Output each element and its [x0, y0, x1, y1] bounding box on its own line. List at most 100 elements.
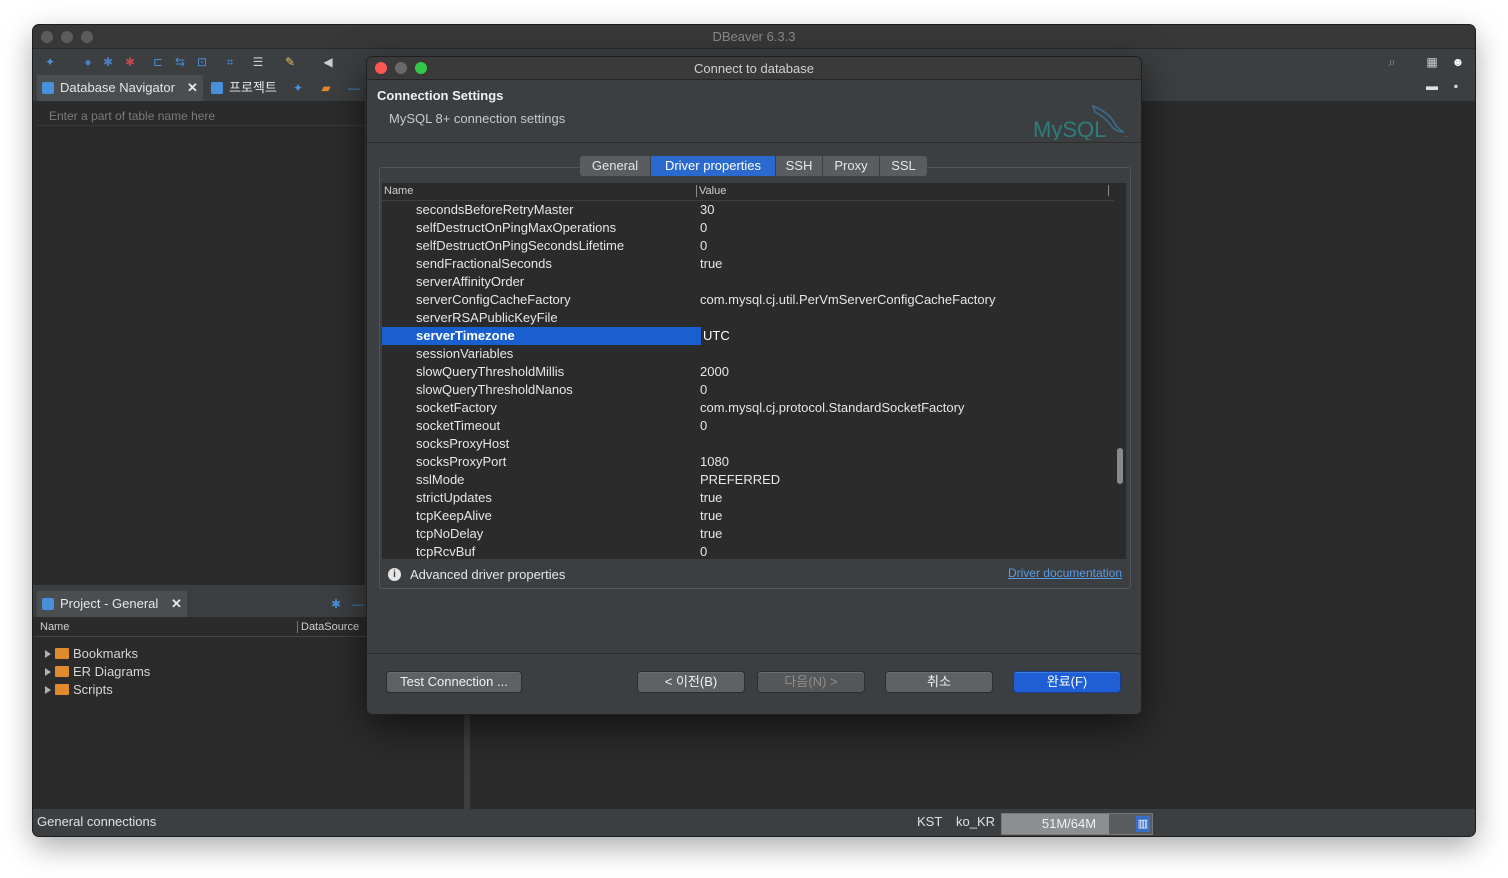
tree-item-er-diagrams[interactable]: ER Diagrams [45, 663, 150, 681]
next-button[interactable]: 다음(N) > [758, 672, 864, 692]
dbeaver-logo-icon[interactable]: ☻ [1451, 55, 1465, 69]
table-row[interactable]: sendFractionalSeconds true [382, 255, 1112, 273]
table-row[interactable]: sessionVariables [382, 345, 1112, 363]
tab-projects[interactable]: 프로젝트 [209, 75, 283, 101]
connect-icon[interactable]: ● [81, 55, 95, 69]
close-icon[interactable]: ✕ [187, 75, 198, 101]
property-value[interactable]: 0 [700, 219, 707, 237]
configure-icon[interactable]: ✱ [329, 597, 343, 611]
garbage-collect-icon[interactable]: ▥ [1136, 816, 1150, 832]
new-connection-icon[interactable]: ✦ [291, 81, 305, 95]
tab-driver-properties[interactable]: Driver properties [651, 156, 776, 176]
table-row[interactable]: socksProxyPort 1080 [382, 453, 1112, 471]
new-connection-icon[interactable]: ✦ [43, 55, 57, 69]
property-value[interactable]: com.mysql.cj.protocol.StandardSocketFact… [700, 399, 964, 417]
property-value[interactable]: true [700, 255, 722, 273]
minimize-icon[interactable]: ▬ [1425, 79, 1439, 93]
tab-project-general[interactable]: Project - General ✕ [37, 591, 187, 617]
bookmark-folder-icon [55, 648, 69, 659]
close-icon[interactable]: ✕ [171, 591, 182, 617]
table-row[interactable]: slowQueryThresholdMillis 2000 [382, 363, 1112, 381]
table-row[interactable]: selfDestructOnPingSecondsLifetime 0 [382, 237, 1112, 255]
property-name: tcpNoDelay [416, 526, 484, 541]
back-arrow-icon[interactable]: ◀ [321, 55, 335, 69]
table-row[interactable]: socketTimeout 0 [382, 417, 1112, 435]
table-row[interactable]: socksProxyHost [382, 435, 1112, 453]
back-button[interactable]: < 이전(B) [638, 672, 744, 692]
table-row[interactable]: sslMode PREFERRED [382, 471, 1112, 489]
table-row[interactable]: serverRSAPublicKeyFile [382, 309, 1112, 327]
table-row[interactable]: serverAffinityOrder [382, 273, 1112, 291]
expand-arrow-icon[interactable] [45, 686, 51, 694]
table-row[interactable]: serverTimezone UTC [382, 327, 1112, 345]
property-value[interactable]: 0 [700, 417, 707, 435]
property-value[interactable]: com.mysql.cj.util.PerVmServerConfigCache… [700, 291, 995, 309]
list-icon[interactable]: ☰ [251, 55, 265, 69]
property-value[interactable]: true [700, 507, 722, 525]
scrollbar-thumb[interactable] [1117, 448, 1123, 484]
property-name: sendFractionalSeconds [416, 256, 552, 271]
column-name: Name [40, 621, 70, 633]
table-row[interactable]: slowQueryThresholdNanos 0 [382, 381, 1112, 399]
memory-monitor[interactable]: 51M/64M ▥ [1001, 813, 1153, 835]
property-value[interactable]: 30 [700, 201, 714, 219]
perspective-icon[interactable]: ▦ [1425, 55, 1439, 69]
table-row[interactable]: selfDestructOnPingMaxOperations 0 [382, 219, 1112, 237]
table-row[interactable]: socketFactory com.mysql.cj.protocol.Stand… [382, 399, 1112, 417]
tab-database-navigator[interactable]: Database Navigator ✕ [37, 75, 203, 101]
property-value[interactable]: 1080 [700, 453, 729, 471]
property-value[interactable]: UTC [703, 327, 730, 345]
test-connection-button[interactable]: Test Connection ... [387, 672, 521, 692]
grid-scrollbar[interactable] [1114, 200, 1126, 559]
database-navigator-panel: Database Navigator ✕ 프로젝트 ✦ ▰ — Enter a … [33, 75, 369, 585]
property-name: serverTimezone [416, 328, 515, 343]
info-row: i Advanced driver properties Driver docu… [384, 565, 1126, 585]
tab-ssl[interactable]: SSL [880, 156, 927, 176]
property-value[interactable]: 0 [700, 381, 707, 399]
tree-item-scripts[interactable]: Scripts [45, 681, 113, 699]
property-name: socketTimeout [416, 418, 501, 433]
sql-editor-icon[interactable]: ⌗ [223, 55, 237, 69]
commit-icon[interactable]: ⊏ [151, 55, 165, 69]
logo-text: MySQL [1033, 117, 1106, 140]
transaction-mode-icon[interactable]: ⊡ [195, 55, 209, 69]
table-row[interactable]: secondsBeforeRetryMaster 30 [382, 201, 1112, 219]
table-row[interactable]: serverConfigCacheFactory com.mysql.cj.uti… [382, 291, 1112, 309]
expand-arrow-icon[interactable] [45, 668, 51, 676]
table-row[interactable]: tcpNoDelay true [382, 525, 1112, 543]
tab-ssh[interactable]: SSH [776, 156, 823, 176]
table-row[interactable]: strictUpdates true [382, 489, 1112, 507]
column-value[interactable]: Value [696, 185, 726, 197]
finish-button[interactable]: 완료(F) [1014, 672, 1120, 692]
property-value[interactable]: 0 [700, 237, 707, 255]
dialog-titlebar: Connect to database [367, 57, 1141, 80]
column-name[interactable]: Name [384, 185, 413, 197]
dialog-tabs: General Driver properties SSH Proxy SSL [580, 156, 927, 176]
table-search-input[interactable]: Enter a part of table name here [37, 106, 369, 126]
property-value[interactable]: true [700, 525, 722, 543]
property-value[interactable]: 0 [700, 543, 707, 559]
tree-item-bookmarks[interactable]: Bookmarks [45, 645, 138, 663]
search-icon[interactable]: ⌕ [1385, 55, 1399, 69]
tab-general[interactable]: General [580, 156, 651, 176]
locale-indicator[interactable]: ko_KR [956, 814, 995, 829]
folder-icon[interactable]: ▰ [319, 81, 333, 95]
cancel-button[interactable]: 취소 [886, 672, 992, 692]
invalidate-icon[interactable]: ✱ [101, 55, 115, 69]
pencil-icon[interactable]: ✎ [283, 55, 297, 69]
driver-documentation-link[interactable]: Driver documentation [1008, 566, 1122, 580]
expand-arrow-icon[interactable] [45, 650, 51, 658]
property-value[interactable]: true [700, 489, 722, 507]
property-value[interactable]: 2000 [700, 363, 729, 381]
table-row[interactable]: tcpKeepAlive true [382, 507, 1112, 525]
rollback-icon[interactable]: ⇆ [173, 55, 187, 69]
timezone-indicator[interactable]: KST [917, 814, 942, 829]
property-value[interactable]: PREFERRED [700, 471, 780, 489]
property-name: tcpKeepAlive [416, 508, 492, 523]
minimize-icon[interactable]: — [347, 81, 361, 95]
maximize-icon[interactable]: ▪ [1449, 79, 1463, 93]
table-row[interactable]: tcpRcvBuf 0 [382, 543, 1112, 559]
tab-proxy[interactable]: Proxy [823, 156, 880, 176]
disconnect-icon[interactable]: ✱ [123, 55, 137, 69]
minimize-icon[interactable]: — [351, 597, 365, 611]
